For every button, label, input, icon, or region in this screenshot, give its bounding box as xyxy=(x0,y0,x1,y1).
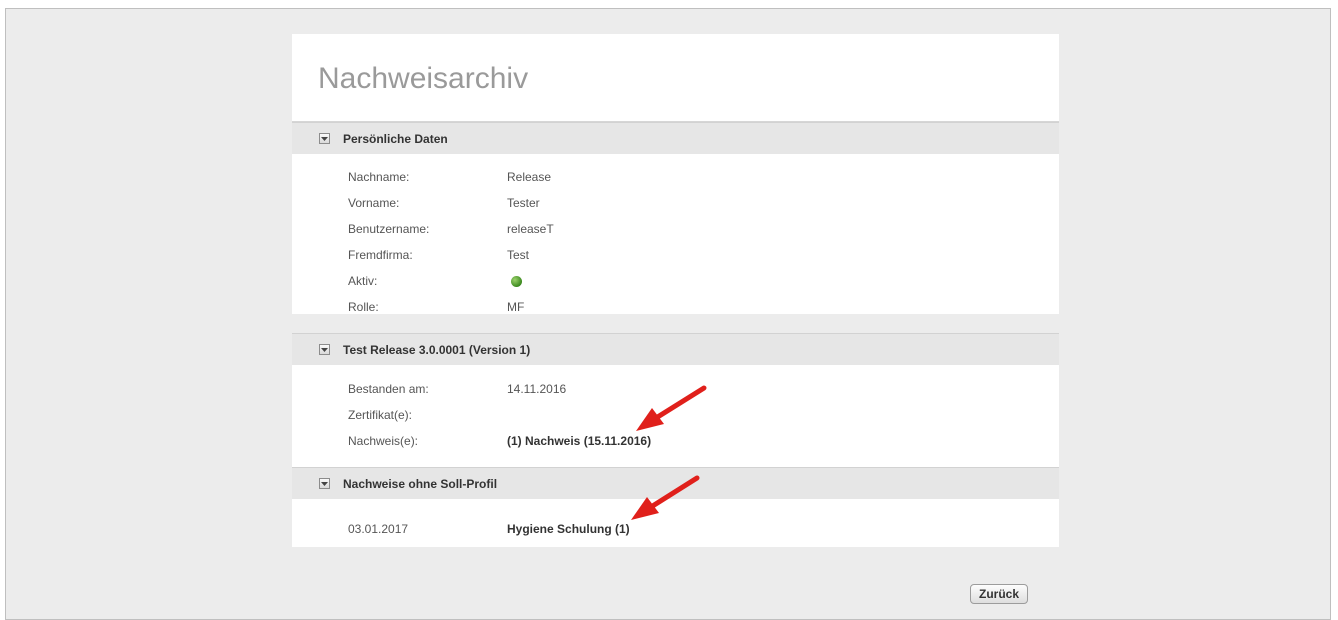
field-label: Nachweis(e): xyxy=(348,434,419,448)
back-button[interactable]: Zurück xyxy=(970,584,1028,604)
collapse-toggle-icon[interactable] xyxy=(319,344,330,355)
row-fremdfirma: Fremdfirma: Test xyxy=(292,242,1059,268)
field-value: Release xyxy=(507,170,552,184)
page-title: Nachweisarchiv xyxy=(318,62,529,95)
field-value: releaseT xyxy=(507,222,554,236)
field-label: Benutzername: xyxy=(348,222,430,236)
section-body-noprofile: 03.01.2017 Hygiene Schulung (1) xyxy=(292,499,1059,547)
field-value: Test xyxy=(507,248,530,262)
collapse-toggle-icon[interactable] xyxy=(319,478,330,489)
archive-panel: Nachweisarchiv Persönliche Daten Nachnam… xyxy=(292,34,1059,618)
row-nachweis: Nachweis(e): (1) Nachweis (15.11.2016) xyxy=(292,428,1059,454)
nachweis-link[interactable]: (1) Nachweis (15.11.2016) xyxy=(507,434,651,448)
field-value: Tester xyxy=(507,196,540,210)
section-body-release: Bestanden am: 14.11.2016 Zertifikat(e): … xyxy=(292,365,1059,467)
entry-date: 03.01.2017 xyxy=(348,522,409,536)
row-rolle: Rolle: MF xyxy=(292,294,1059,320)
row-vorname: Vorname: Tester xyxy=(292,190,1059,216)
field-value: 14.11.2016 xyxy=(507,382,567,396)
title-box: Nachweisarchiv xyxy=(292,34,1059,122)
section-title: Persönliche Daten xyxy=(343,131,448,146)
collapse-toggle-icon[interactable] xyxy=(319,133,330,144)
row-zertifikat: Zertifikat(e): xyxy=(292,402,1059,428)
field-label: Fremdfirma: xyxy=(348,248,413,262)
hygiene-link[interactable]: Hygiene Schulung (1) xyxy=(507,522,630,536)
row-aktiv: Aktiv: xyxy=(292,268,1059,294)
field-label: Bestanden am: xyxy=(348,382,429,396)
row-nachname: Nachname: Release xyxy=(292,164,1059,190)
field-value: MF xyxy=(507,300,525,314)
row-bestanden: Bestanden am: 14.11.2016 xyxy=(292,376,1059,402)
section-title: Test Release 3.0.0001 (Version 1) xyxy=(343,342,531,357)
field-label: Nachname: xyxy=(348,170,410,184)
section-header-personal[interactable]: Persönliche Daten xyxy=(292,122,1059,154)
section-body-personal: Nachname: Release Vorname: Tester Benutz… xyxy=(292,154,1059,314)
field-label: Zertifikat(e): xyxy=(348,408,413,422)
row-benutzername: Benutzername: releaseT xyxy=(292,216,1059,242)
row-hygiene: 03.01.2017 Hygiene Schulung (1) xyxy=(292,516,1059,542)
field-label: Aktiv: xyxy=(348,274,378,288)
section-header-release[interactable]: Test Release 3.0.0001 (Version 1) xyxy=(292,333,1059,365)
field-label: Rolle: xyxy=(348,300,379,314)
field-label: Vorname: xyxy=(348,196,400,210)
active-status-icon xyxy=(511,275,522,287)
section-title: Nachweise ohne Soll-Profil xyxy=(343,476,498,491)
section-header-noprofile[interactable]: Nachweise ohne Soll-Profil xyxy=(292,467,1059,499)
